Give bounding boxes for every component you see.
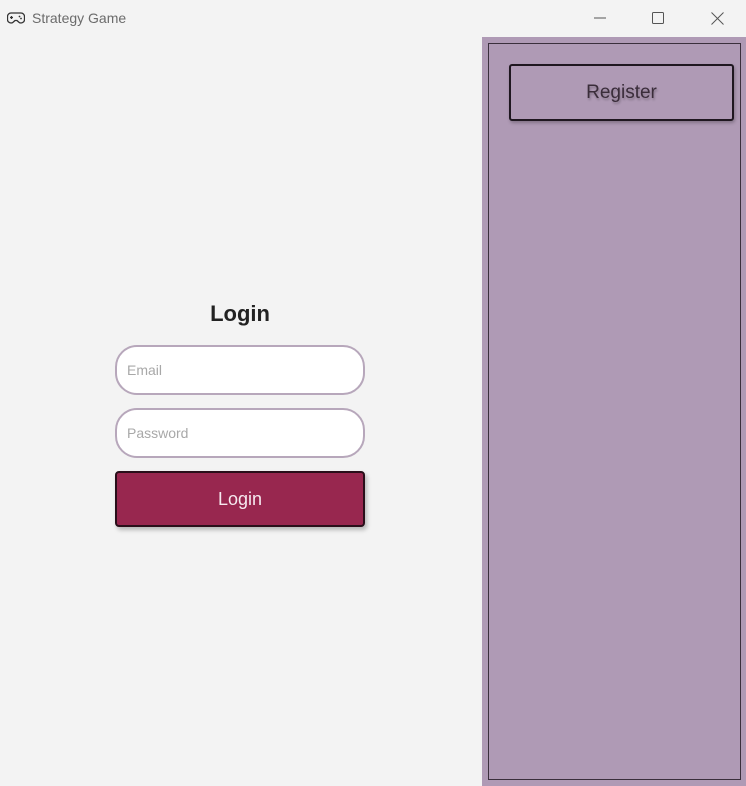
close-button[interactable] xyxy=(694,0,740,36)
minimize-button[interactable] xyxy=(577,0,623,36)
gamepad-icon xyxy=(6,10,26,26)
password-field[interactable] xyxy=(115,408,365,458)
login-button[interactable]: Login xyxy=(115,471,365,527)
side-panel: Register xyxy=(482,37,746,786)
email-field[interactable] xyxy=(115,345,365,395)
minimize-icon xyxy=(594,12,606,24)
title-bar[interactable]: Strategy Game xyxy=(0,0,746,37)
maximize-button[interactable] xyxy=(635,0,681,36)
window-title: Strategy Game xyxy=(32,10,127,26)
side-panel-frame: Register xyxy=(488,43,741,780)
login-heading: Login xyxy=(210,301,270,326)
register-button[interactable]: Register xyxy=(509,64,734,121)
login-panel: Login Login xyxy=(0,37,482,786)
close-icon xyxy=(710,11,724,25)
app-window: Strategy Game Login Login Register xyxy=(0,0,746,786)
maximize-icon xyxy=(652,12,664,24)
